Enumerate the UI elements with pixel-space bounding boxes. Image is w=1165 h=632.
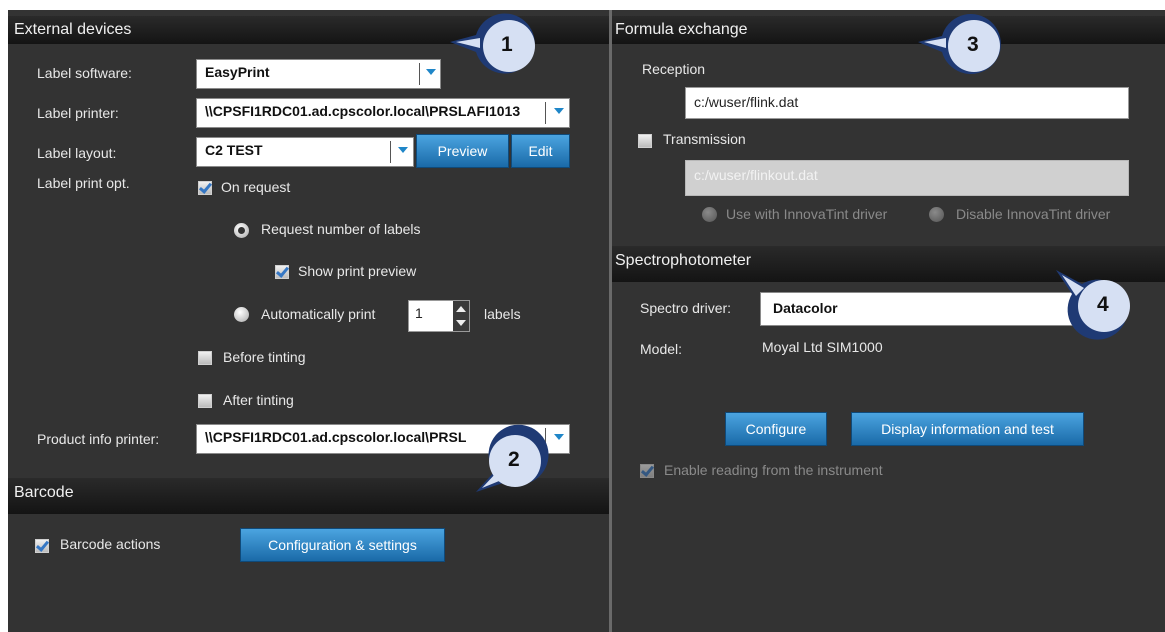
external-devices-title: External devices — [14, 21, 132, 38]
after-tinting-checkbox[interactable] — [198, 394, 212, 408]
after-tinting-label: After tinting — [223, 392, 294, 408]
label-software-label: Label software: — [37, 65, 132, 81]
on-request-label: On request — [221, 179, 291, 195]
callout-bubble-icon — [918, 14, 1001, 74]
label-count-value: 1 — [415, 305, 423, 321]
stepper-down-icon[interactable] — [456, 320, 466, 326]
spectro-driver-dropdown[interactable]: Datacolor — [760, 292, 1100, 326]
edit-button[interactable]: Edit — [511, 134, 570, 168]
spectrophotometer-title: Spectrophotometer — [615, 252, 752, 269]
use-innovatint-radio[interactable] — [702, 207, 717, 222]
spectro-driver-value: Datacolor — [773, 300, 838, 316]
transmission-checkbox[interactable] — [638, 134, 652, 148]
show-print-preview-label: Show print preview — [298, 263, 417, 279]
callout-3-number: 3 — [967, 33, 979, 56]
show-print-preview-checkbox[interactable] — [275, 265, 289, 279]
callout-2-number: 2 — [508, 448, 520, 471]
label-printer-value: \\CPSFI1RDC01.ad.cpscolor.local\PRSLAFI1… — [205, 103, 521, 119]
chevron-down-icon — [398, 147, 408, 153]
reception-path-input[interactable]: c:/wuser/flink.dat — [685, 87, 1129, 119]
transmission-label: Transmission — [663, 131, 746, 147]
auto-print-label: Automatically print — [261, 306, 376, 322]
label-software-value: EasyPrint — [205, 64, 270, 80]
callout-3: 3 — [916, 14, 1016, 84]
formula-exchange-header: Formula exchange — [612, 16, 1165, 44]
label-layout-value: C2 TEST — [205, 142, 263, 158]
enable-reading-checkbox[interactable] — [640, 464, 654, 478]
label-software-dropdown[interactable]: EasyPrint — [196, 59, 441, 89]
display-info-test-button[interactable]: Display information and test — [851, 412, 1084, 446]
before-tinting-label: Before tinting — [223, 349, 306, 365]
auto-print-radio[interactable] — [234, 307, 249, 322]
barcode-actions-label: Barcode actions — [60, 536, 161, 552]
chevron-down-icon — [554, 108, 564, 114]
labels-suffix: labels — [484, 306, 521, 322]
product-info-printer-label: Product info printer: — [37, 431, 160, 447]
before-tinting-checkbox[interactable] — [198, 351, 212, 365]
label-layout-dropdown[interactable]: C2 TEST — [196, 137, 414, 167]
label-count-stepper[interactable]: 1 — [408, 300, 470, 332]
chevron-down-icon — [426, 69, 436, 75]
callout-bubble-icon — [450, 13, 535, 74]
callout-1: 1 — [448, 12, 548, 82]
spectro-driver-label: Spectro driver: — [640, 300, 732, 316]
callout-4: 4 — [1052, 266, 1152, 340]
formula-exchange-title: Formula exchange — [615, 21, 748, 38]
transmission-path-input[interactable]: c:/wuser/flinkout.dat — [685, 160, 1129, 196]
request-number-label: Request number of labels — [261, 221, 421, 237]
model-value: Moyal Ltd SIM1000 — [762, 339, 883, 355]
configure-button[interactable]: Configure — [725, 412, 827, 446]
preview-button[interactable]: Preview — [416, 134, 509, 168]
model-label: Model: — [640, 341, 683, 357]
label-layout-label: Label layout: — [37, 145, 117, 161]
disable-innovatint-label: Disable InnovaTint driver — [956, 206, 1111, 222]
on-request-checkbox[interactable] — [198, 181, 212, 195]
label-print-opt-label: Label print opt. — [37, 175, 130, 191]
barcode-title: Barcode — [14, 484, 74, 501]
label-printer-label: Label printer: — [37, 105, 119, 121]
use-innovatint-label: Use with InnovaTint driver — [726, 206, 888, 222]
callout-1-number: 1 — [501, 33, 513, 56]
callout-2: 2 — [470, 424, 560, 498]
stepper-up-icon[interactable] — [456, 306, 466, 312]
configuration-settings-button[interactable]: Configuration & settings — [240, 528, 445, 562]
request-number-radio[interactable] — [234, 223, 249, 238]
disable-innovatint-radio[interactable] — [929, 207, 944, 222]
enable-reading-label: Enable reading from the instrument — [664, 462, 883, 478]
callout-4-number: 4 — [1097, 293, 1109, 316]
label-printer-dropdown[interactable]: \\CPSFI1RDC01.ad.cpscolor.local\PRSLAFI1… — [196, 98, 570, 128]
barcode-actions-checkbox[interactable] — [35, 539, 49, 553]
panel-divider — [609, 10, 612, 632]
reception-label: Reception — [642, 61, 706, 77]
left-panel: External devices Label software: EasyPri… — [8, 10, 609, 632]
